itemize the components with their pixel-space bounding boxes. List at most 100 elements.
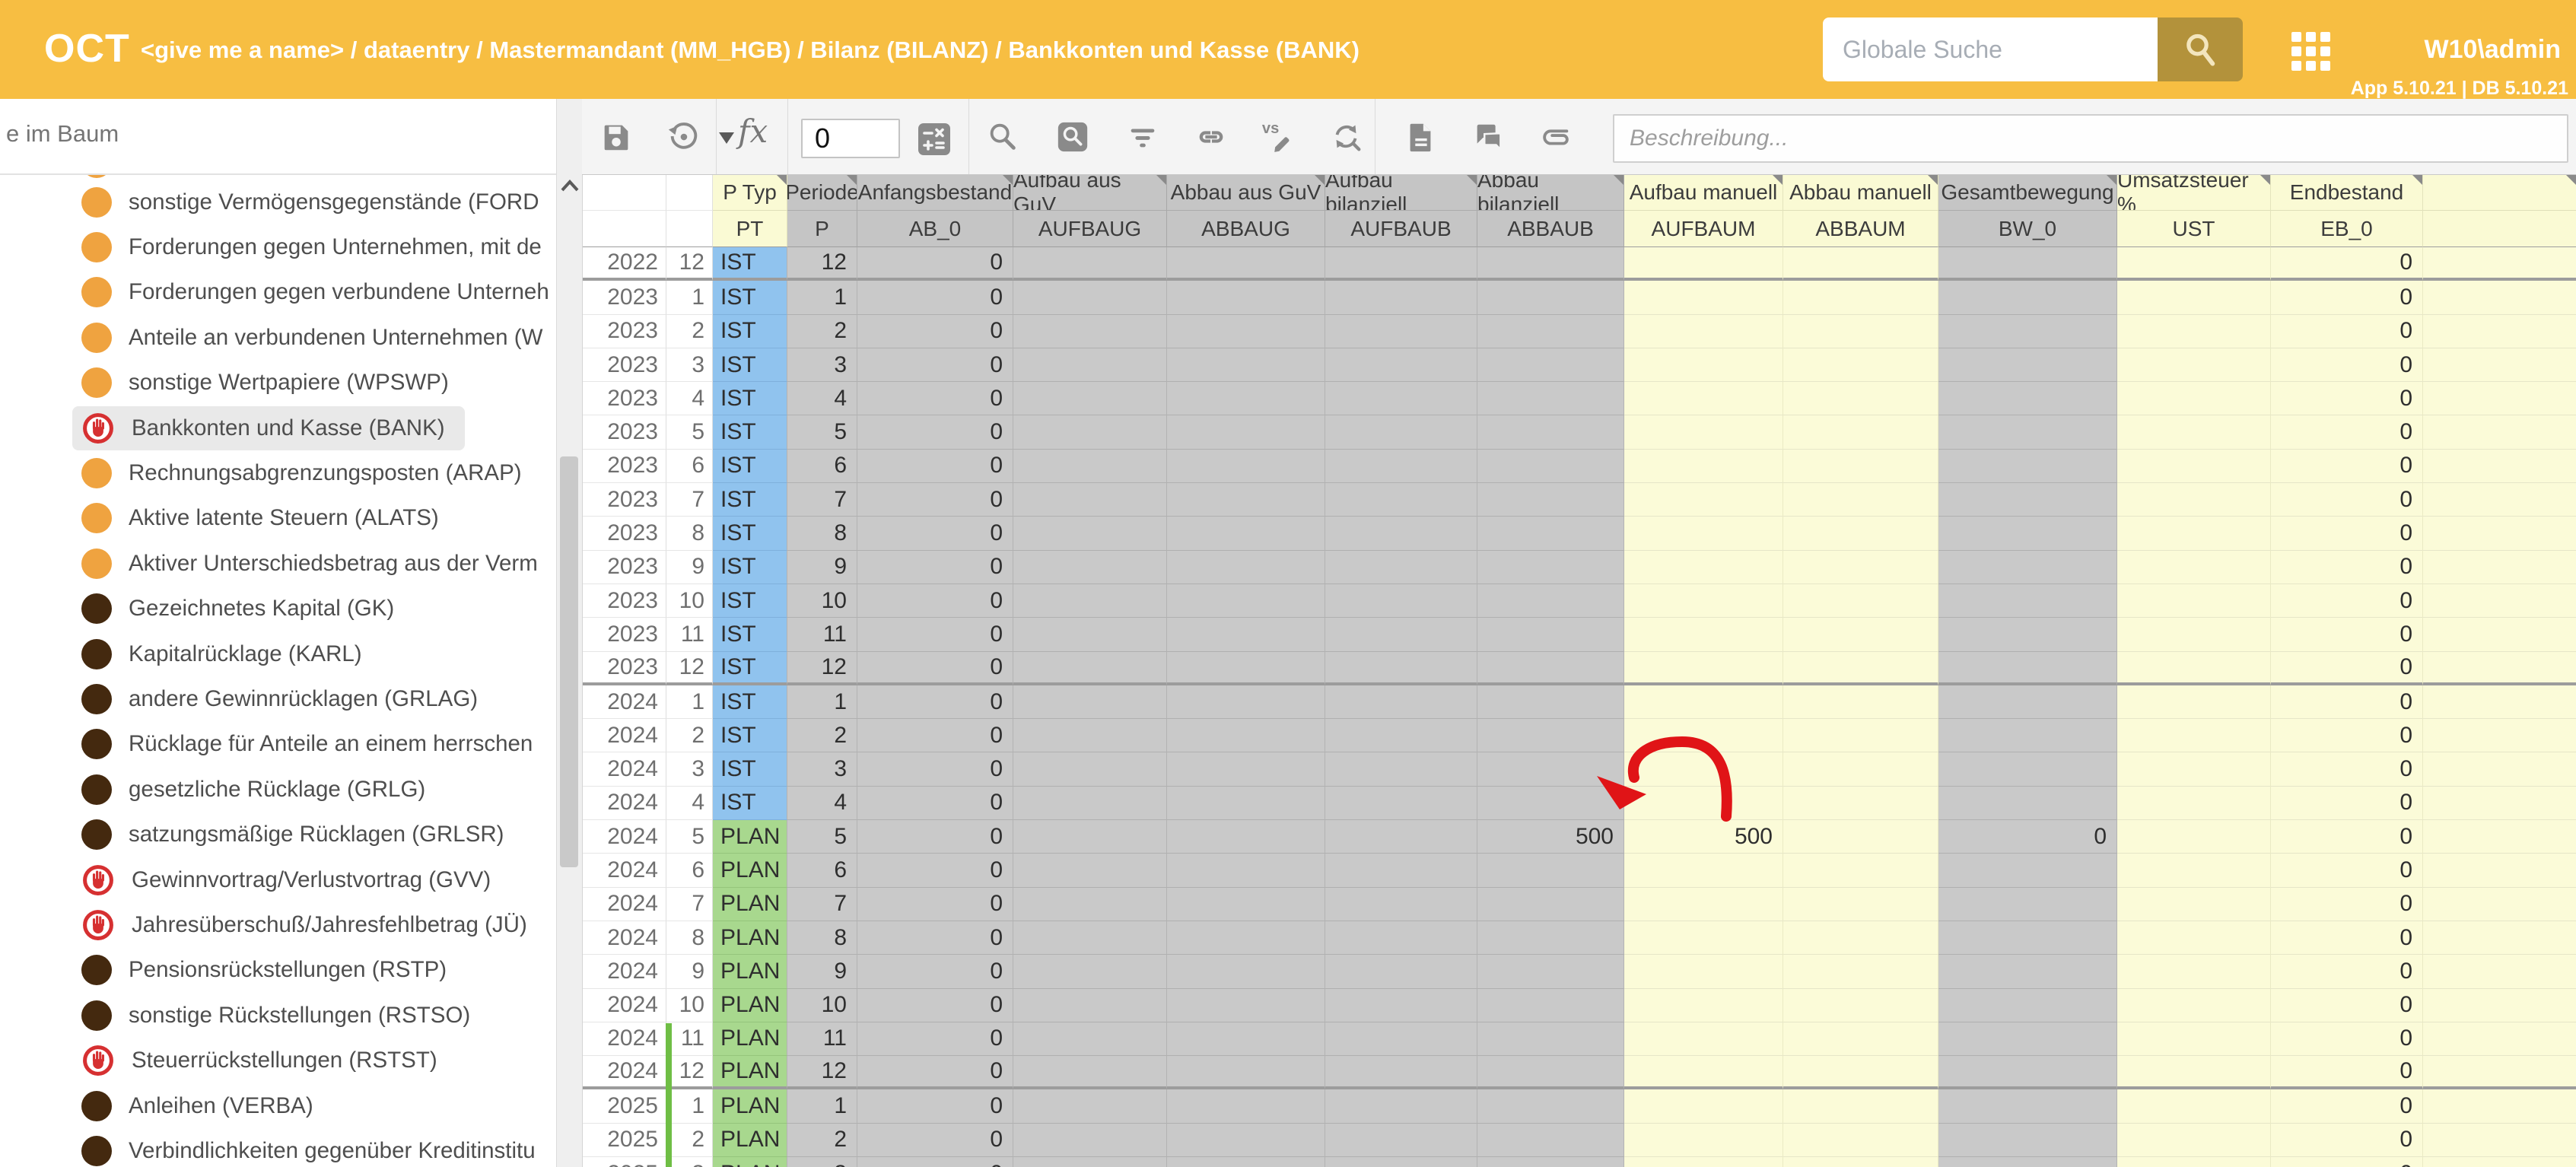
description-input[interactable] <box>1613 114 2568 163</box>
column-header-P[interactable]: Periode <box>787 175 857 211</box>
cell-ABBAUM[interactable] <box>1783 1124 1938 1157</box>
cell-ABBAUM[interactable] <box>1783 517 1938 550</box>
cell-PT[interactable]: IST <box>713 652 787 685</box>
sidebar-item[interactable]: Gezeichnetes Kapital (GK) <box>72 587 414 631</box>
cell-EB_0[interactable]: 0 <box>2271 652 2423 685</box>
document-button[interactable] <box>1401 118 1439 156</box>
sidebar-item[interactable]: Aktive latente Steuern (ALATS) <box>72 496 459 540</box>
cell-P[interactable]: 4 <box>787 382 857 415</box>
cell-UST[interactable] <box>2117 1022 2271 1056</box>
cell-UST[interactable] <box>2117 382 2271 415</box>
cell-PT[interactable]: IST <box>713 752 787 786</box>
cell-EB_0[interactable]: 0 <box>2271 517 2423 550</box>
cell-ABBAUM[interactable] <box>1783 955 1938 988</box>
cell-empty[interactable] <box>2423 1089 2576 1123</box>
cell-PT[interactable]: IST <box>713 787 787 820</box>
breadcrumb[interactable]: <give me a name> / dataentry / Masterman… <box>141 37 1360 64</box>
cell-ABBAUM[interactable] <box>1783 652 1938 685</box>
cell-empty[interactable] <box>2423 752 2576 786</box>
cell-PT[interactable]: PLAN <box>713 921 787 955</box>
cell-P[interactable]: 1 <box>787 685 857 719</box>
cell-ABBAUM[interactable] <box>1783 1056 1938 1089</box>
column-code-BW_0[interactable]: BW_0 <box>1938 211 2117 247</box>
cell-empty[interactable] <box>2423 483 2576 517</box>
cell-AUFBAUM[interactable] <box>1624 719 1783 752</box>
cell-AUFBAUM[interactable] <box>1624 955 1783 988</box>
global-search-input[interactable] <box>1823 17 2158 81</box>
cell-empty[interactable] <box>2423 517 2576 550</box>
cell-AUFBAUM[interactable] <box>1624 685 1783 719</box>
cell-empty[interactable] <box>2423 247 2576 281</box>
cell-EB_0[interactable]: 0 <box>2271 1089 2423 1123</box>
sidebar-item[interactable]: Pensionsrückstellungen (RSTP) <box>72 948 466 992</box>
cell-P[interactable]: 2 <box>787 1124 857 1157</box>
cell-AUFBAUM[interactable] <box>1624 1056 1783 1089</box>
cell-UST[interactable] <box>2117 820 2271 854</box>
column-header-AUFBAUG[interactable]: Aufbau aus GuV <box>1013 175 1167 211</box>
save-button[interactable] <box>597 118 635 156</box>
cell-P[interactable]: 9 <box>787 955 857 988</box>
cell-AUFBAUM[interactable] <box>1624 382 1783 415</box>
cell-UST[interactable] <box>2117 719 2271 752</box>
sidebar-item[interactable]: Aktiver Unterschiedsbetrag aus der Verm <box>72 542 556 586</box>
cell-AUFBAUM[interactable] <box>1624 1157 1783 1167</box>
formula-dropdown-caret[interactable] <box>719 132 734 144</box>
cell-AUFBAUM[interactable] <box>1624 787 1783 820</box>
cell-EB_0[interactable]: 0 <box>2271 1056 2423 1089</box>
cell-EB_0[interactable]: 0 <box>2271 752 2423 786</box>
cell-empty[interactable] <box>2423 618 2576 651</box>
sidebar-item[interactable]: Forderungen gegen Unternehmen, mit de <box>72 225 556 269</box>
sidebar-item[interactable]: sonstige Vermögensgegenstände (FORD <box>72 180 556 224</box>
cell-PT[interactable]: IST <box>713 348 787 382</box>
cell-UST[interactable] <box>2117 348 2271 382</box>
cell-EB_0[interactable]: 0 <box>2271 989 2423 1022</box>
cell-PT[interactable]: IST <box>713 382 787 415</box>
formula-value-input[interactable] <box>801 119 900 158</box>
cell-PT[interactable]: IST <box>713 281 787 314</box>
cell-ABBAUM[interactable] <box>1783 415 1938 449</box>
sidebar-item[interactable]: Steuerrückstellungen (RSTST) <box>72 1038 457 1083</box>
sidebar-item[interactable]: Anteile an verbundenen Unternehmen (W <box>72 316 556 360</box>
cell-UST[interactable] <box>2117 247 2271 281</box>
cell-PT[interactable]: IST <box>713 415 787 449</box>
cell-P[interactable]: 3 <box>787 1157 857 1167</box>
cell-P[interactable]: 10 <box>787 989 857 1022</box>
column-header-ABBAUB[interactable]: Abbau bilanziell <box>1477 175 1624 211</box>
cell-PT[interactable]: IST <box>713 517 787 550</box>
cell-PT[interactable]: PLAN <box>713 1124 787 1157</box>
cell-ABBAUM[interactable] <box>1783 584 1938 618</box>
refresh-button[interactable] <box>1328 118 1366 156</box>
cell-EB_0[interactable]: 0 <box>2271 584 2423 618</box>
cell-P[interactable]: 7 <box>787 483 857 517</box>
cell-P[interactable]: 8 <box>787 517 857 550</box>
cell-AUFBAUM[interactable] <box>1624 652 1783 685</box>
cell-P[interactable]: 12 <box>787 652 857 685</box>
sidebar-item[interactable]: Kapitalrücklage (KARL) <box>72 632 382 676</box>
formula-fx-icon[interactable]: fx <box>738 113 768 150</box>
column-code-ABBAUM[interactable]: ABBAUM <box>1783 211 1938 247</box>
column-code-EB_0[interactable]: EB_0 <box>2271 211 2423 247</box>
cell-P[interactable]: 9 <box>787 551 857 584</box>
cell-PT[interactable]: IST <box>713 551 787 584</box>
search-values-button[interactable] <box>984 118 1022 156</box>
cell-AUFBAUM[interactable] <box>1624 989 1783 1022</box>
column-header-EB_0[interactable]: Endbestand <box>2271 175 2423 211</box>
cell-UST[interactable] <box>2117 787 2271 820</box>
cell-ABBAUM[interactable] <box>1783 719 1938 752</box>
column-header-ABBAUG[interactable]: Abbau aus GuV <box>1167 175 1325 211</box>
cell-AUFBAUM[interactable] <box>1624 854 1783 887</box>
cell-P[interactable]: 12 <box>787 1056 857 1089</box>
cell-ABBAUM[interactable] <box>1783 247 1938 281</box>
comments-button[interactable] <box>1470 118 1508 156</box>
cell-AUFBAUM[interactable] <box>1624 247 1783 281</box>
cell-UST[interactable] <box>2117 1157 2271 1167</box>
cell-PT[interactable]: IST <box>713 247 787 281</box>
filter-button[interactable] <box>1124 118 1162 156</box>
column-code-AUFBAUM[interactable]: AUFBAUM <box>1624 211 1783 247</box>
cell-AUFBAUM[interactable] <box>1624 1022 1783 1056</box>
cell-AUFBAUM[interactable] <box>1624 1089 1783 1123</box>
cell-EB_0[interactable]: 0 <box>2271 854 2423 887</box>
cell-AUFBAUM[interactable] <box>1624 517 1783 550</box>
cell-PT[interactable]: IST <box>713 618 787 651</box>
cell-empty[interactable] <box>2423 315 2576 348</box>
